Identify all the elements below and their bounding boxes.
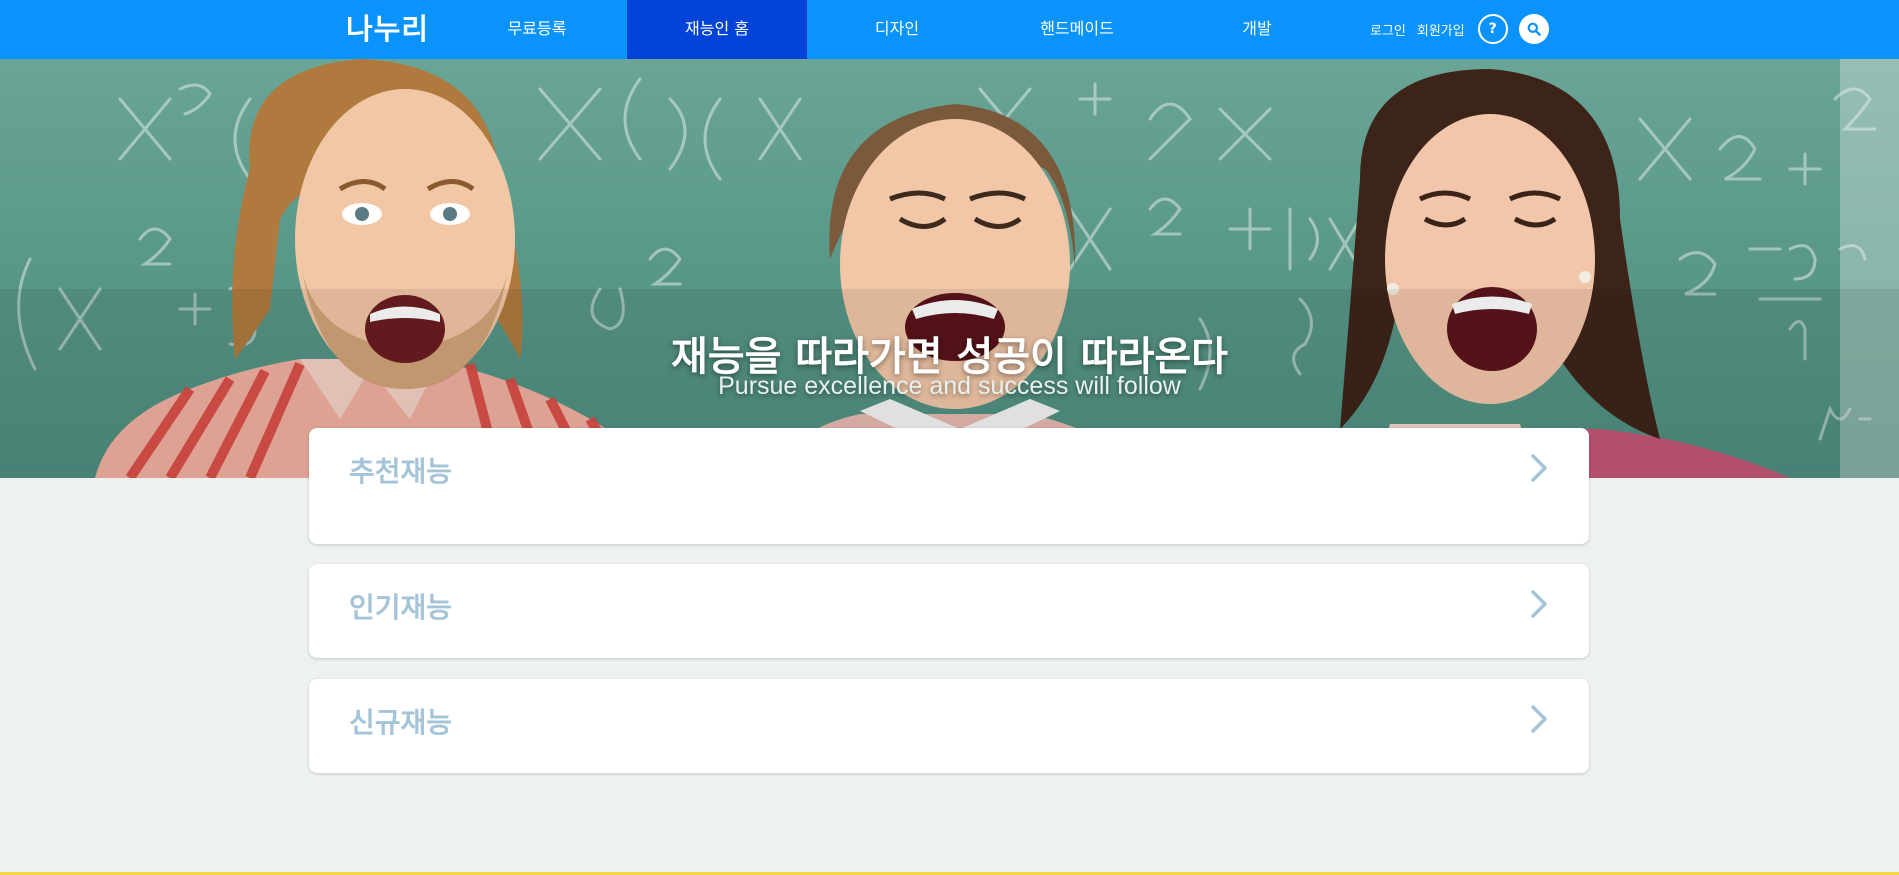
nav-item-talent-home[interactable]: 재능인 홈 [627, 0, 807, 59]
section-card-recommended[interactable]: 추천재능 [309, 428, 1589, 544]
nav-item-handmade[interactable]: 핸드메이드 [987, 0, 1167, 59]
chevron-right-icon[interactable] [1529, 589, 1549, 619]
nav-item-development[interactable]: 개발 [1167, 0, 1347, 59]
hero-photo [0, 59, 1899, 478]
nav-item-design[interactable]: 디자인 [807, 0, 987, 59]
main-nav: 무료등록 재능인 홈 디자인 핸드메이드 개발 [447, 0, 1347, 59]
signup-link[interactable]: 회원가입 [1417, 20, 1465, 39]
section-card-popular[interactable]: 인기재능 [309, 564, 1589, 658]
section-title-recommended: 추천재능 [349, 455, 453, 488]
section-title-new: 신규재능 [349, 706, 453, 739]
chevron-right-icon[interactable] [1529, 704, 1549, 734]
section-title-popular: 인기재능 [349, 591, 453, 624]
utility-links: 로그인 회원가입 ? [1370, 13, 1549, 45]
hero-subtitle: Pursue excellence and success will follo… [718, 372, 1181, 400]
search-icon [1527, 22, 1541, 36]
login-link[interactable]: 로그인 [1370, 20, 1406, 39]
section-card-new[interactable]: 신규재능 [309, 679, 1589, 773]
help-button[interactable]: ? [1477, 14, 1508, 44]
nav-item-free-register[interactable]: 무료등록 [447, 0, 627, 59]
chevron-right-icon[interactable] [1529, 453, 1549, 483]
site-logo[interactable]: 나누리 [346, 10, 429, 48]
top-navigation-bar: 나누리 무료등록 재능인 홈 디자인 핸드메이드 개발 로그인 회원가입 ? [0, 0, 1899, 59]
search-button[interactable] [1518, 14, 1549, 44]
hero-banner: 재능을 따라가면 성공이 따라온다 Pursue excellence and … [0, 59, 1899, 478]
question-icon: ? [1488, 21, 1497, 37]
